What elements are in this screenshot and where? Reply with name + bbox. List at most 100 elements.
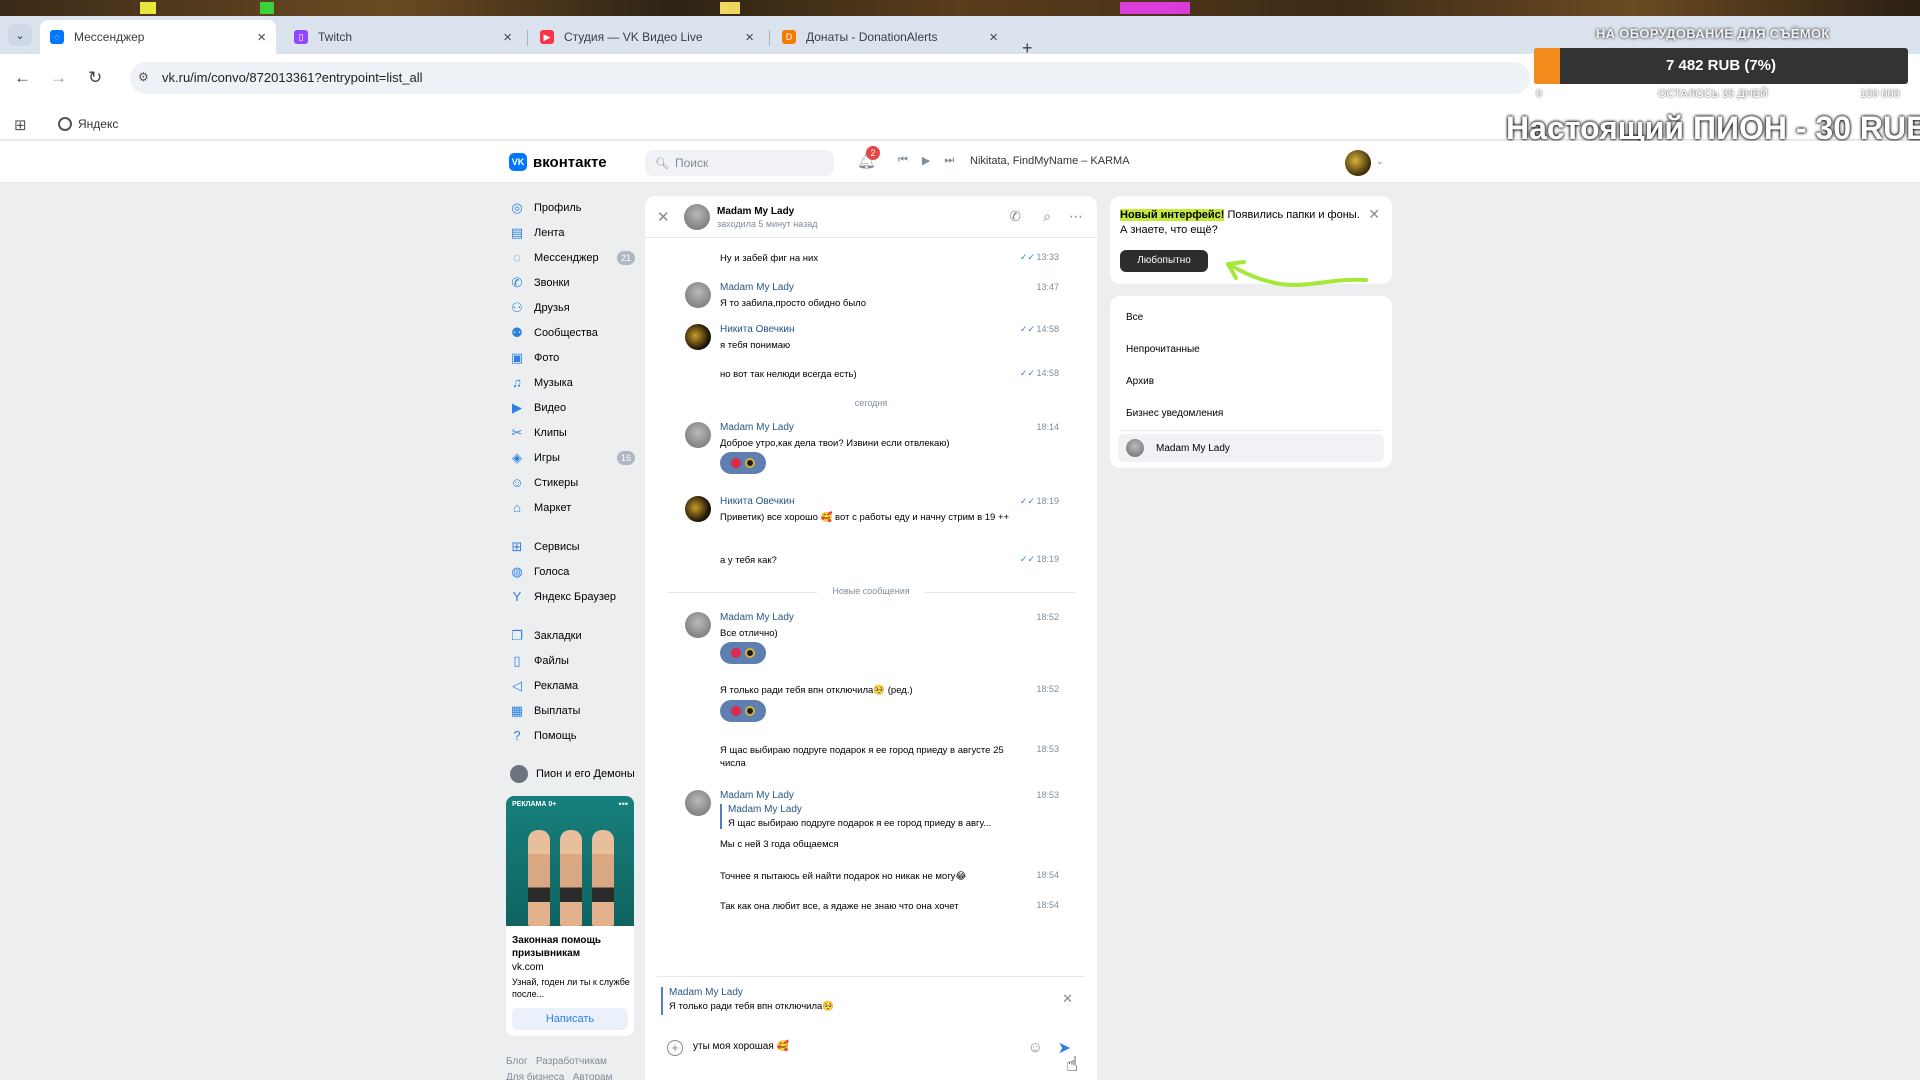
folder-all[interactable]: Все [1126, 312, 1143, 323]
sidebar-item-services[interactable]: ⊞ Сервисы [510, 534, 640, 559]
sidebar-item-messenger[interactable]: ◌ Мессенджер 21 [510, 245, 640, 270]
heart-sticker[interactable] [720, 452, 766, 474]
sidebar-item-communities[interactable]: ⚉ Сообщества [510, 320, 640, 345]
chat-avatar[interactable] [684, 204, 710, 230]
close-chat-icon[interactable]: ✕ [657, 208, 670, 226]
call-icon[interactable]: ✆ [1009, 208, 1021, 225]
message-input[interactable]: уты моя хорошая 🥰 [693, 1041, 789, 1052]
sidebar-item-voices[interactable]: ◍ Голоса [510, 559, 640, 584]
emoji-icon[interactable]: ☺ [1028, 1039, 1043, 1056]
more-icon[interactable]: ⋯ [1069, 208, 1083, 225]
message-avatar[interactable] [685, 612, 711, 638]
sidebar-item-yandex-browser[interactable]: Y Яндекс Браузер [510, 584, 640, 609]
tab-donationalerts[interactable]: D Донаты - DonationAlerts × [772, 20, 1008, 54]
message-time: 14:58 [1036, 324, 1059, 334]
sidebar-item-music[interactable]: ♫ Музыка [510, 370, 640, 395]
heart-sticker[interactable] [720, 642, 766, 664]
footer-link-business[interactable]: Для бизнеса [506, 1072, 564, 1080]
tab-list-dropdown-icon[interactable]: ⌄ [8, 24, 32, 46]
sidebar-item-feed[interactable]: ▤ Лента [510, 220, 640, 245]
message-avatar[interactable] [685, 282, 711, 308]
message-list[interactable]: Ну и забей фиг на них ✓✓ 13:33 Madam My … [645, 238, 1097, 958]
folder-chat-item[interactable]: Madam My Lady [1118, 434, 1384, 462]
message-time: 18:19 [1036, 554, 1059, 564]
heart-sticker[interactable] [720, 700, 766, 722]
close-notice-icon[interactable]: ✕ [1368, 206, 1380, 223]
reload-icon[interactable]: ↻ [88, 68, 102, 88]
sidebar-item-calls[interactable]: ✆ Звонки [510, 270, 640, 295]
sidebar-item-bookmarks[interactable]: ❐ Закладки [510, 623, 640, 648]
tab-vk-video-live[interactable]: ▶ Студия — VK Видео Live × [530, 20, 764, 54]
notifications-bell-icon[interactable]: 🔔︎ 2 [857, 146, 880, 170]
sidebar-item-ads[interactable]: ◁ Реклама [510, 673, 640, 698]
message-avatar[interactable] [685, 496, 711, 522]
current-track[interactable]: Nikitata, FindMyName – KARMA [970, 155, 1130, 167]
sidebar-item-clips[interactable]: ✂ Клипы [510, 420, 640, 445]
sidebar-item-profile[interactable]: ◎ Профиль [510, 195, 640, 220]
sidebar-ad[interactable]: РЕКЛАМА 0+ ••• Законная помощь призывник… [506, 796, 634, 1036]
message-author[interactable]: Никита Овечкин [720, 324, 794, 335]
close-tab-icon[interactable]: × [257, 29, 266, 46]
close-reply-icon[interactable]: ✕ [1062, 991, 1073, 1007]
close-tab-icon[interactable]: × [745, 29, 754, 46]
vk-logo[interactable]: VK вконтакте [509, 153, 607, 171]
footer-link-authors[interactable]: Авторам [573, 1072, 613, 1080]
chevron-down-icon[interactable]: ⌄ [1376, 156, 1384, 167]
user-avatar[interactable] [1345, 150, 1371, 176]
tab-twitch[interactable]: ▯ Twitch × [284, 20, 522, 54]
message-author[interactable]: Madam My Lady [720, 282, 794, 293]
folder-business[interactable]: Бизнес уведомления [1126, 408, 1223, 419]
video-icon: ▶ [512, 399, 522, 415]
sidebar-item-files[interactable]: ▯ Файлы [510, 648, 640, 673]
back-icon[interactable]: ← [14, 68, 31, 88]
message-avatar[interactable] [685, 422, 711, 448]
donation-goal-start: 0 [1536, 88, 1543, 100]
close-tab-icon[interactable]: × [503, 29, 512, 46]
search-icon[interactable]: ⌕ [1043, 208, 1051, 225]
sidebar-item-label: Звонки [534, 276, 570, 289]
sidebar-item-video[interactable]: ▶ Видео [510, 395, 640, 420]
vk-search-input[interactable]: 🔍︎ Поиск [645, 150, 834, 176]
ad-image-figure [560, 830, 582, 926]
reply-text: Я только ради тебя впн отключила🥺 [669, 1001, 835, 1012]
close-tab-icon[interactable]: × [989, 29, 998, 46]
music-icon: ♫ [512, 375, 522, 390]
sidebar-item-payouts[interactable]: ▦ Выплаты [510, 698, 640, 723]
sidebar-item-market[interactable]: ⌂ Маркет [510, 495, 640, 520]
sidebar-item-help[interactable]: ? Помощь [510, 723, 640, 748]
attach-plus-icon[interactable]: + [667, 1040, 683, 1056]
footer-link-developers[interactable]: Разработчикам [536, 1056, 607, 1067]
group-link[interactable]: Пион и его Демоны [510, 765, 635, 783]
previous-track-icon[interactable]: ⏮ [898, 154, 908, 167]
sidebar-item-games[interactable]: ◈ Игры 16 [510, 445, 640, 470]
forward-icon[interactable]: → [50, 68, 67, 88]
ad-write-button[interactable]: Написать [512, 1008, 628, 1030]
tab-messenger[interactable]: ◌ Мессенджер × [40, 20, 276, 54]
folder-unread[interactable]: Непрочитанные [1126, 344, 1200, 355]
message-avatar[interactable] [685, 790, 711, 816]
curious-button[interactable]: Любопытно [1120, 250, 1208, 272]
sidebar-item-stickers[interactable]: ☺ Стикеры [510, 470, 640, 495]
footer-link-blog[interactable]: Блог [506, 1056, 528, 1067]
message-author[interactable]: Madam My Lady [720, 612, 794, 623]
url-field[interactable]: ⚙ vk.ru/im/convo/872013361?entrypoint=li… [130, 62, 1530, 94]
stickers-icon: ☺ [510, 475, 524, 490]
quoted-message[interactable]: Madam My Lady Я щас выбираю подруге пода… [720, 804, 991, 829]
message-author[interactable]: Madam My Lady [720, 790, 794, 801]
message-author[interactable]: Никита Овечкин [720, 496, 794, 507]
chat-title[interactable]: Madam My Lady [717, 206, 794, 217]
more-icon[interactable]: ••• [619, 799, 628, 809]
reply-bar [661, 987, 663, 1015]
bookmark-yandex[interactable]: Яндекс [58, 117, 118, 131]
folder-archive[interactable]: Архив [1126, 376, 1154, 387]
sidebar-item-friends[interactable]: ⚇ Друзья [510, 295, 640, 320]
site-settings-icon[interactable]: ⚙ [138, 70, 149, 84]
apps-grid-icon[interactable]: ⊞ [14, 116, 27, 134]
vk-logo-icon: VK [509, 153, 527, 171]
message-avatar[interactable] [685, 324, 711, 350]
next-track-icon[interactable]: ⏭ [944, 154, 954, 167]
message-author[interactable]: Madam My Lady [720, 422, 794, 433]
message-text: но вот так нелюди всегда есть) [720, 369, 857, 380]
sidebar-item-photo[interactable]: ▣ Фото [510, 345, 640, 370]
play-icon[interactable]: ▶ [922, 154, 930, 167]
